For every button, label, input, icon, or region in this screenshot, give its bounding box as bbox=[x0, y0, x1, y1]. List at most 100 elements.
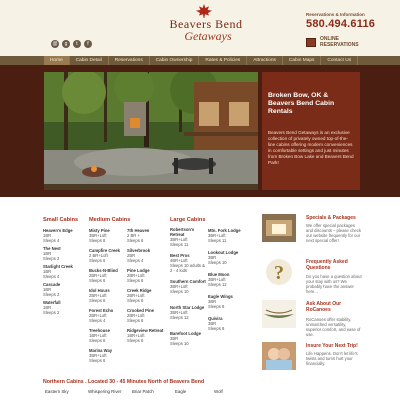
north-cabin-link[interactable]: Whispering River bbox=[88, 389, 121, 394]
cabin-item[interactable]: Marina Way 3BR+Loft Sleeps 6 bbox=[89, 348, 127, 363]
question-mark-icon: ? bbox=[262, 258, 296, 286]
cabin-sleeps: Sleeps 12 bbox=[170, 315, 189, 320]
small-cabins-title[interactable]: Small Cabins bbox=[43, 217, 78, 223]
nav-item-contact-us[interactable]: Contact Us bbox=[321, 56, 359, 65]
cabin-sleeps: Sleeps 10 bbox=[170, 341, 189, 346]
cabin-sleeps: Sleeps 4 bbox=[43, 274, 60, 279]
north-cabin-link[interactable]: Eastern Sky bbox=[45, 389, 69, 394]
cabin-sleeps: Sleeps 8 bbox=[89, 238, 106, 243]
north-cabin-link[interactable]: Wolf bbox=[214, 389, 223, 394]
cabin-item[interactable]: Treehouse 1BR+Loft Sleeps 6 bbox=[89, 328, 127, 343]
cabin-sleeps: Sleeps 6 bbox=[89, 298, 106, 303]
cabin-item[interactable]: Barefoot Lodge 3BR Sleeps 10 bbox=[170, 331, 208, 346]
northern-cabins-title[interactable]: Northern Cabins . Located 30 - 45 Minute… bbox=[43, 379, 204, 385]
sidebar-faq[interactable]: ? Frequently Asked Questions Do you have… bbox=[262, 258, 362, 294]
cabin-item[interactable]: Idol Hours 2BR+Loft Sleeps 6 bbox=[89, 288, 127, 303]
sidebar-insurance[interactable]: Insure Your Next Trip! Life Happens. Don… bbox=[262, 342, 362, 376]
cabin-sleeps: Sleeps 2 bbox=[43, 310, 60, 315]
sidebar-description: We offer special packages and discounts … bbox=[306, 223, 361, 243]
cabin-item[interactable]: Campfire Creek 2 BR+Loft Sleeps 6 bbox=[89, 248, 127, 263]
cabin-item[interactable]: Best Pros 4BR+Loft Sleeps 10 adults & 2 - … bbox=[170, 253, 208, 273]
calendar-icon bbox=[306, 37, 316, 47]
hero-image bbox=[44, 72, 258, 190]
cabin-item[interactable]: 7th Heaven 2 BR + Sleeps 6 bbox=[127, 228, 165, 243]
cabin-sleeps: Sleeps 6 bbox=[127, 238, 144, 243]
cabin-sleeps: Sleeps 6 bbox=[89, 258, 106, 263]
cabin-item[interactable]: Southern Comfort 3BR+Loft Sleeps 10 bbox=[170, 279, 208, 294]
cabin-item[interactable]: Ridgeview Retreat 1BR+Loft Sleeps 6 bbox=[127, 328, 165, 343]
nav-item-attractions[interactable]: Attractions bbox=[247, 56, 283, 65]
cabin-item[interactable]: Misty Pine 3BR+Loft Sleeps 8 bbox=[89, 228, 127, 243]
cabin-sleeps: Sleeps 11 bbox=[170, 242, 189, 247]
cabin-item[interactable]: Blue Moon 3BR+Loft Sleeps 12 bbox=[208, 272, 246, 287]
svg-text:?: ? bbox=[274, 262, 284, 284]
cabin-sleeps: Sleeps 12 bbox=[208, 282, 227, 287]
cabin-item[interactable]: The Nest 1BR Sleeps 2 bbox=[43, 246, 81, 261]
cabin-item[interactable]: Starlight Creek 1BR Sleeps 4 bbox=[43, 264, 81, 279]
nav-item-rates-policies[interactable]: Rates & Policies bbox=[199, 56, 248, 65]
insurance-thumbnail bbox=[262, 342, 296, 370]
email-icon[interactable]: @ bbox=[51, 40, 59, 48]
sidebar-specials[interactable]: Specials & Packages We offer special pac… bbox=[262, 214, 362, 248]
cabin-sleeps: Sleeps 6 bbox=[89, 338, 106, 343]
cabin-sleeps: Sleeps 6 bbox=[127, 278, 144, 283]
cabin-sleeps: Sleeps 4 bbox=[43, 238, 60, 243]
twitter-icon[interactable]: t bbox=[73, 40, 81, 48]
sidebar-title: Insure Your Next Trip! bbox=[306, 343, 358, 349]
phone-number[interactable]: 580.494.6116 bbox=[306, 18, 375, 30]
hero-panel: Broken Bow, OK & Beavers Bend Cabin Rent… bbox=[262, 72, 360, 190]
north-cabin-link[interactable]: Briar Patch bbox=[132, 389, 154, 394]
logo-subtitle[interactable]: Getaways bbox=[160, 29, 256, 44]
facebook-icon[interactable]: f bbox=[84, 40, 92, 48]
cabin-item[interactable]: Crooked Pine 2BR+Loft Sleeps 6 bbox=[127, 308, 165, 323]
nav-item-cabin-maps[interactable]: Cabin Maps bbox=[283, 56, 322, 65]
sidebar-title: Ask About Our RoCanoes bbox=[306, 301, 342, 313]
cabin-sleeps: Sleeps 11 bbox=[208, 238, 227, 243]
cabin-item[interactable]: North Star Lodge 3BR+Loft Sleeps 12 bbox=[170, 305, 208, 320]
cabin-sleeps: Sleeps 2 bbox=[43, 256, 60, 261]
medium-cabins-title[interactable]: Medium Cabins bbox=[89, 217, 130, 223]
cabin-sleeps: Sleeps 10 bbox=[170, 289, 189, 294]
canoe-thumbnail bbox=[262, 300, 296, 328]
cabin-sleeps: Sleeps 6 bbox=[127, 318, 144, 323]
hero-description: Beavers Bend Getaways is an exclusive co… bbox=[268, 130, 354, 165]
nav-item-cabin-ownership[interactable]: Cabin Ownership bbox=[150, 56, 200, 65]
cabin-item[interactable]: Waterfall 1BR Sleeps 2 bbox=[43, 300, 81, 315]
main-nav: Home Cabin Detail Reservations Cabin Own… bbox=[44, 56, 359, 65]
cabin-item[interactable]: Heaven's Edge 1BR Sleeps 4 bbox=[43, 228, 81, 243]
cabin-item[interactable]: Creek Ridge 2BR+Loft Sleeps 6 bbox=[127, 288, 165, 303]
sidebar-rocanoes[interactable]: Ask About Our RoCanoes RoCanoes offer st… bbox=[262, 300, 362, 337]
cabin-item[interactable]: Bucks-N-Blind 2BR+Loft Sleeps 6 bbox=[89, 268, 127, 283]
cabin-name: Robertson's Retreat bbox=[170, 227, 195, 237]
nav-item-home[interactable]: Home bbox=[44, 56, 70, 65]
online-reservations-line2: RESERVATIONS bbox=[320, 42, 359, 48]
reservations-label: Reservations & Information bbox=[306, 12, 365, 17]
sidebar-title: Specials & Packages bbox=[306, 215, 356, 221]
cabin-item[interactable]: Robertson's Retreat 3BR+Loft Sleeps 11 bbox=[170, 227, 208, 247]
cabin-sleeps: Sleeps 6 bbox=[127, 298, 144, 303]
large-cabins-title[interactable]: Large Cabins bbox=[170, 217, 205, 223]
cabin-item[interactable]: Eagle Wings 3BR Sleeps 8 bbox=[208, 294, 246, 309]
hero-title: Broken Bow, OK & Beavers Bend Cabin Rent… bbox=[268, 92, 335, 115]
cabin-sleeps: Sleeps 6 bbox=[127, 338, 144, 343]
cabin-item[interactable]: Lookout Lodge 3BR Sleeps 10 bbox=[208, 250, 246, 265]
social-links: @ g t f bbox=[51, 40, 92, 48]
sidebar-description: Do you have a question about your stay w… bbox=[306, 274, 362, 294]
sidebar-description: Life Happens. Don't let life's twists an… bbox=[306, 351, 358, 366]
cabin-item[interactable]: Mtn. Fork Lodge 3BR+Loft Sleeps 11 bbox=[208, 228, 246, 243]
cabin-sleeps: Sleeps 4 bbox=[89, 318, 106, 323]
cabin-item[interactable]: Pine Lodge 2BR+Loft Sleeps 6 bbox=[127, 268, 165, 283]
sidebar-description: RoCanoes offer stability, unmatched vers… bbox=[306, 317, 361, 337]
cabin-sleeps: Sleeps 8 bbox=[208, 326, 225, 331]
cabin-item[interactable]: Cascade 1BR Sleeps 2 bbox=[43, 282, 81, 297]
cabin-sleeps: Sleeps 8 bbox=[208, 304, 225, 309]
north-cabin-link[interactable]: Eagle bbox=[175, 389, 186, 394]
cabin-item[interactable]: Silverbrook 2BR Sleeps 4 bbox=[127, 248, 165, 263]
google-plus-icon[interactable]: g bbox=[62, 40, 70, 48]
cabin-item[interactable]: Forest Echo 2BR+Loft Sleeps 4 bbox=[89, 308, 127, 323]
nav-item-cabin-detail[interactable]: Cabin Detail bbox=[70, 56, 109, 65]
online-reservations-link[interactable]: ONLINE RESERVATIONS bbox=[306, 36, 359, 48]
cabin-item[interactable]: Quivira 3BR Sleeps 8 bbox=[208, 316, 246, 331]
cabin-sleeps: Sleeps 2 bbox=[43, 292, 60, 297]
nav-item-reservations[interactable]: Reservations bbox=[109, 56, 150, 65]
